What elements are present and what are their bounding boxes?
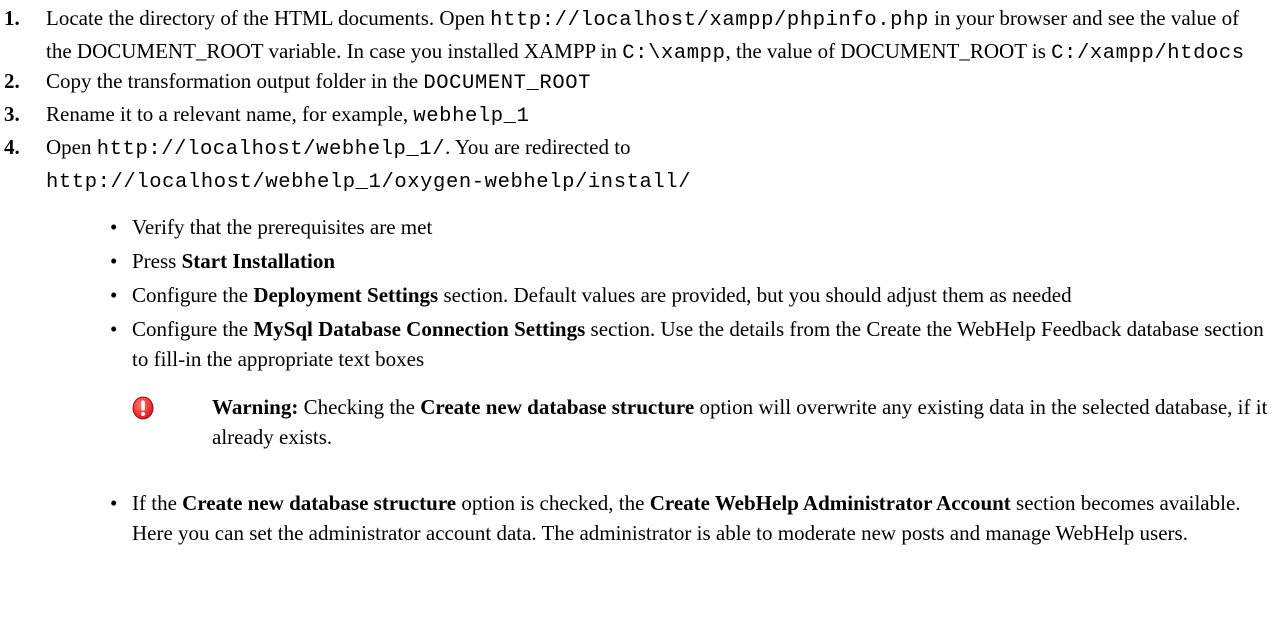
list-item: • Verify that the prerequisites are met [110,212,1269,242]
code-path: C:/xampp/htdocs [1051,42,1245,65]
bullet: • [110,317,118,341]
step-number: 2. [4,69,20,93]
list-item-text: Verify that the prerequisites are met [132,215,433,239]
warning-label: Warning: [212,395,299,419]
warning-exclamation-icon [132,396,154,428]
list-item-text: Press [132,249,182,273]
list-item-text: Configure the [132,317,254,341]
ui-term: Deployment Settings [253,283,439,307]
list-item-text: If the [132,491,183,515]
code-path: C:\xampp [622,42,726,65]
ui-term: Start Installation [181,249,336,273]
step-4: 4. Open http://localhost/webhelp_1/. You… [0,132,1269,548]
bullet: • [110,283,118,307]
step-1: 1. Locate the directory of the HTML docu… [0,3,1269,69]
sub-step-list: • Verify that the prerequisites are met … [46,212,1269,548]
bullet: • [110,215,118,239]
bullet: • [110,491,118,515]
step-number: 3. [4,102,20,126]
ui-term: MySql Database Connection Settings [253,317,586,341]
ui-term: Create WebHelp Administrator Account [649,491,1011,515]
code-variable: DOCUMENT_ROOT [423,72,592,95]
step-3: 3. Rename it to a relevant name, for exa… [0,99,1269,132]
warning-text: Checking the [298,395,421,419]
step-text: Rename it to a relevant name, for exampl… [46,102,414,126]
ui-term: Create new database structure [182,491,457,515]
ui-term: Create new database structure [420,395,695,419]
step-text: Open [46,135,97,159]
step-number: 1. [4,6,20,30]
document: 1. Locate the directory of the HTML docu… [0,0,1287,548]
list-item-text: Configure the [132,283,254,307]
list-item-text: section. Default values are provided, bu… [438,283,1072,307]
warning-note: Warning: Checking the Create new databas… [132,392,1269,452]
list-item: • If the Create new database structure o… [110,488,1269,548]
bullet: • [110,249,118,273]
step-text: Copy the transformation output folder in… [46,69,424,93]
list-item: • Press Start Installation [110,246,1269,276]
list-item: • Configure the MySql Database Connectio… [110,314,1269,452]
step-number: 4. [4,135,20,159]
step-2: 2. Copy the transformation output folder… [0,66,1269,99]
step-text: . You are redirected to [445,135,631,159]
list-item-text: option is checked, the [456,491,650,515]
step-text: Locate the directory of the HTML documen… [46,6,491,30]
list-item: • Configure the Deployment Settings sect… [110,280,1269,310]
code-url: http://localhost/webhelp_1/ [96,138,446,161]
code-url: http://localhost/xampp/phpinfo.php [490,9,929,32]
code-name: webhelp_1 [413,105,530,128]
code-url: http://localhost/webhelp_1/oxygen-webhel… [46,171,692,194]
step-text: , the value of DOCUMENT_ROOT is [725,39,1052,63]
